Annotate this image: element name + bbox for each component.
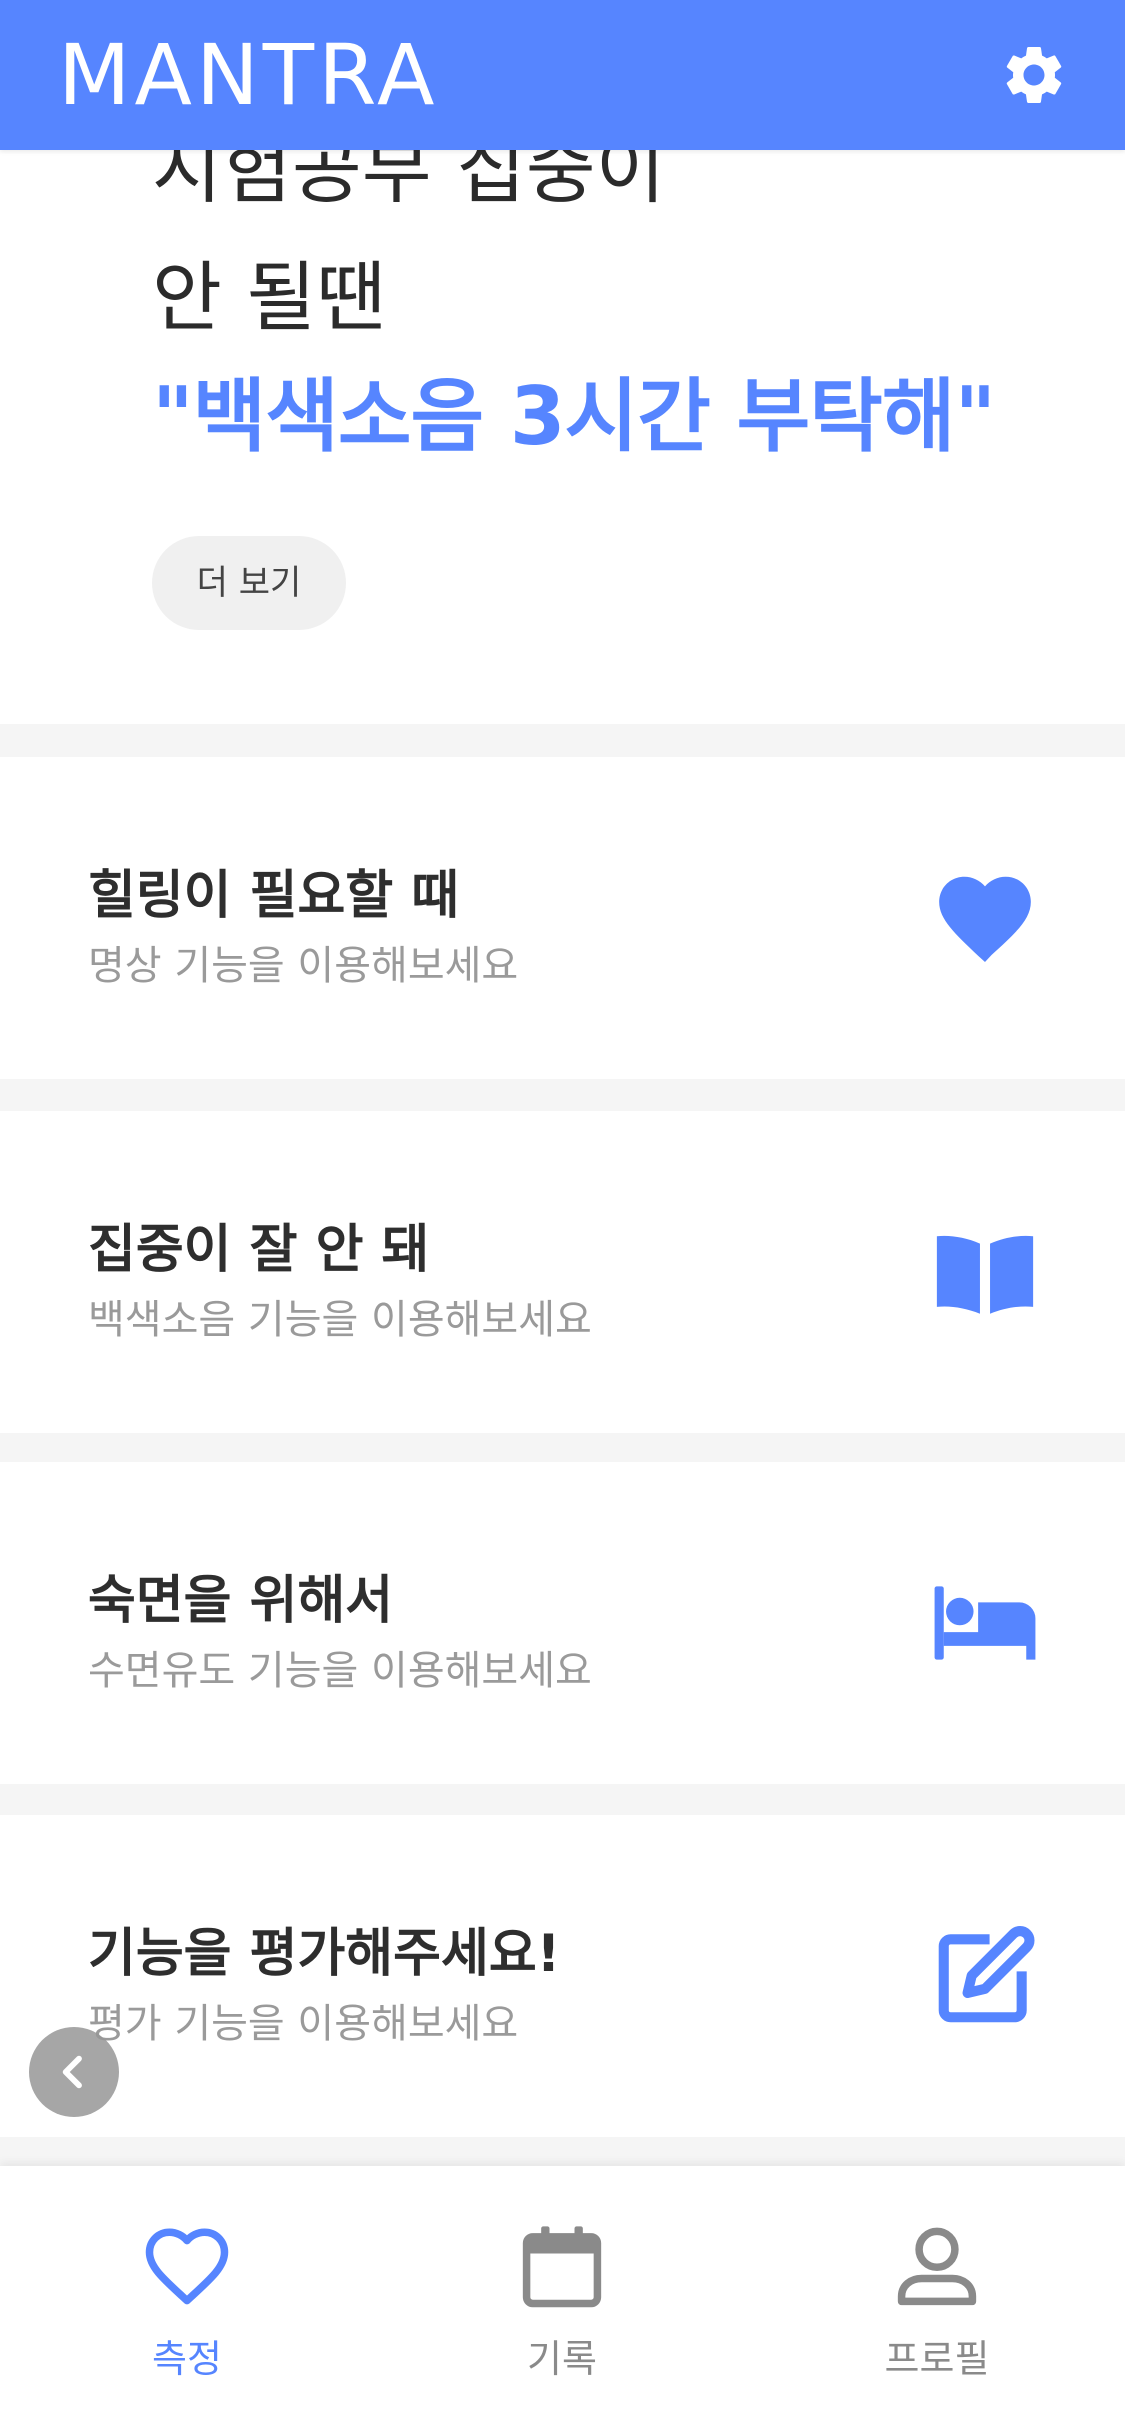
feature-title: 힐링이 필요할 때 [88,866,460,926]
back-button[interactable] [29,2027,119,2117]
nav-item-profile[interactable]: 프로필 [837,2216,1037,2386]
chevron-left-icon [62,2055,82,2089]
nav-label: 기록 [527,2337,597,2381]
app-header: MANTRA [0,0,1125,150]
feature-title: 기능을 평가해주세요! [88,1924,561,1984]
nav-label: 프로필 [884,2337,990,2381]
app-logo: MANTRA [58,26,439,124]
settings-button[interactable] [999,40,1069,110]
feature-card-rate[interactable]: 기능을 평가해주세요! 평가 기능을 이용해보세요 [0,1815,1125,2137]
bottom-nav: 측정 기록 프로필 [0,2166,1125,2436]
user-icon [897,2227,977,2306]
more-button[interactable]: 더 보기 [152,536,346,630]
book-icon [936,1235,1034,1314]
nav-item-record[interactable]: 기록 [462,2216,662,2386]
bed-icon [934,1586,1036,1660]
heart-outline-icon [145,2228,229,2305]
feature-subtitle: 백색소음 기능을 이용해보세요 [88,1297,592,1343]
feature-subtitle: 명상 기능을 이용해보세요 [88,943,519,989]
feature-card-focus[interactable]: 집중이 잘 안 돼 백색소음 기능을 이용해보세요 [0,1111,1125,1433]
hero-quote: "백색소음 3시간 부탁해" [152,370,996,463]
feature-card-sleep[interactable]: 숙면을 위해서 수면유도 기능을 이용해보세요 [0,1462,1125,1784]
feature-card-healing[interactable]: 힐링이 필요할 때 명상 기능을 이용해보세요 [0,757,1125,1079]
feature-title: 숙면을 위해서 [88,1571,394,1631]
feature-subtitle: 수면유도 기능을 이용해보세요 [88,1648,592,1694]
feature-subtitle: 평가 기능을 이용해보세요 [88,2001,519,2047]
gear-icon [1006,46,1062,103]
hero-line-2: 안 될땐 [152,253,386,342]
nav-label: 측정 [152,2337,222,2381]
heart-icon [939,876,1031,962]
feature-title: 집중이 잘 안 돼 [88,1220,430,1280]
nav-item-measure[interactable]: 측정 [87,2216,287,2386]
calendar-icon [522,2226,602,2308]
home-screen: 시험공부 집중이 안 될땐 "백색소음 3시간 부탁해" 더 보기 MANTRA… [0,0,1125,2436]
edit-icon [938,1926,1035,2023]
